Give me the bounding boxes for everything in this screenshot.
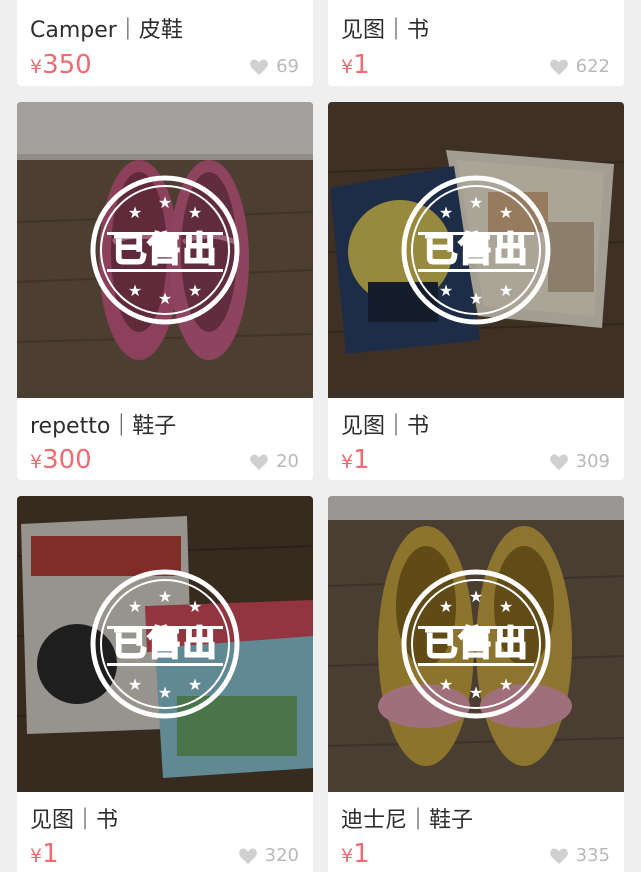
svg-text:★: ★ <box>128 597 142 616</box>
product-title: 见图｜书 <box>341 414 430 439</box>
product-title: 见图｜书 <box>341 18 430 43</box>
product-price: ¥1 <box>341 445 370 475</box>
svg-text:★: ★ <box>469 193 483 212</box>
svg-text:★: ★ <box>439 281 453 300</box>
heart-icon <box>549 848 568 864</box>
svg-text:★: ★ <box>188 281 202 300</box>
product-card[interactable]: ★ ★ ★ ★ ★ ★ 已售出 见图｜书 ¥1 320 <box>17 496 313 872</box>
svg-text:★: ★ <box>158 289 172 308</box>
like-count-value: 622 <box>575 56 610 77</box>
product-card[interactable]: 见图｜书 ¥1 622 <box>328 0 624 86</box>
product-photo[interactable]: ★ ★ ★ ★ ★ ★ 已售出 <box>17 102 313 398</box>
svg-text:★: ★ <box>128 675 142 694</box>
svg-text:★: ★ <box>469 289 483 308</box>
sold-stamp: ★ ★ ★ ★ ★ ★ 已售出 <box>400 568 552 720</box>
like-count-value: 320 <box>264 845 299 866</box>
like-count-value: 309 <box>575 451 610 472</box>
svg-text:★: ★ <box>188 203 202 222</box>
svg-text:★: ★ <box>469 683 483 702</box>
svg-text:★: ★ <box>158 683 172 702</box>
like-count-value: 335 <box>575 845 610 866</box>
product-card[interactable]: ★ ★ ★ ★ ★ ★ 已售出 见图｜书 ¥1 309 <box>328 102 624 480</box>
product-title: 见图｜书 <box>30 808 119 833</box>
like-count-value: 20 <box>276 451 299 472</box>
product-photo[interactable]: ★ ★ ★ ★ ★ ★ 已售出 <box>328 102 624 398</box>
heart-icon <box>549 59 568 75</box>
svg-text:★: ★ <box>188 675 202 694</box>
product-photo[interactable]: ★ ★ ★ ★ ★ ★ 已售出 <box>17 496 313 792</box>
sold-stamp: ★ ★ ★ ★ ★ ★ 已售出 <box>400 174 552 326</box>
sold-stamp-label: 已售出 <box>423 229 529 271</box>
product-card[interactable]: ★ ★ ★ ★ ★ ★ 已售出 repetto｜鞋子 ¥300 20 <box>17 102 313 480</box>
like-count[interactable]: 335 <box>549 845 610 866</box>
like-count[interactable]: 309 <box>549 451 610 472</box>
product-title: repetto｜鞋子 <box>30 414 177 439</box>
svg-text:★: ★ <box>499 281 513 300</box>
product-price: ¥1 <box>341 50 370 80</box>
product-price: ¥350 <box>30 50 92 80</box>
svg-text:★: ★ <box>499 597 513 616</box>
like-count[interactable]: 69 <box>249 56 299 77</box>
product-card[interactable]: Camper｜皮鞋 ¥350 69 <box>17 0 313 86</box>
product-title: 迪士尼｜鞋子 <box>341 808 474 833</box>
svg-text:★: ★ <box>158 587 172 606</box>
like-count-value: 69 <box>276 56 299 77</box>
svg-text:★: ★ <box>439 597 453 616</box>
sold-stamp-label: 已售出 <box>423 623 529 665</box>
product-card[interactable]: ★ ★ ★ ★ ★ ★ 已售出 迪士尼｜鞋子 ¥1 335 <box>328 496 624 872</box>
sold-stamp-label: 已售出 <box>112 623 218 665</box>
svg-text:★: ★ <box>158 193 172 212</box>
like-count[interactable]: 320 <box>238 845 299 866</box>
heart-icon <box>250 454 268 470</box>
product-photo[interactable]: ★ ★ ★ ★ ★ ★ 已售出 <box>328 496 624 792</box>
like-count[interactable]: 20 <box>249 451 299 472</box>
product-grid: Camper｜皮鞋 ¥350 69 见图｜书 ¥1 622 ★ ★ ★ ★ ★ … <box>0 0 641 872</box>
heart-icon <box>238 848 257 864</box>
svg-text:★: ★ <box>188 597 202 616</box>
sold-stamp: ★ ★ ★ ★ ★ ★ 已售出 <box>89 174 241 326</box>
sold-stamp: ★ ★ ★ ★ ★ ★ 已售出 <box>89 568 241 720</box>
svg-text:★: ★ <box>469 587 483 606</box>
svg-text:★: ★ <box>439 203 453 222</box>
svg-text:★: ★ <box>499 675 513 694</box>
product-price: ¥300 <box>30 445 92 475</box>
like-count[interactable]: 622 <box>549 56 610 77</box>
svg-text:★: ★ <box>439 675 453 694</box>
svg-text:★: ★ <box>128 203 142 222</box>
heart-icon <box>549 454 568 470</box>
svg-text:★: ★ <box>128 281 142 300</box>
heart-icon <box>250 59 268 75</box>
product-price: ¥1 <box>30 839 59 869</box>
product-title: Camper｜皮鞋 <box>30 18 183 43</box>
sold-stamp-label: 已售出 <box>112 229 218 271</box>
product-price: ¥1 <box>341 839 370 869</box>
svg-text:★: ★ <box>499 203 513 222</box>
